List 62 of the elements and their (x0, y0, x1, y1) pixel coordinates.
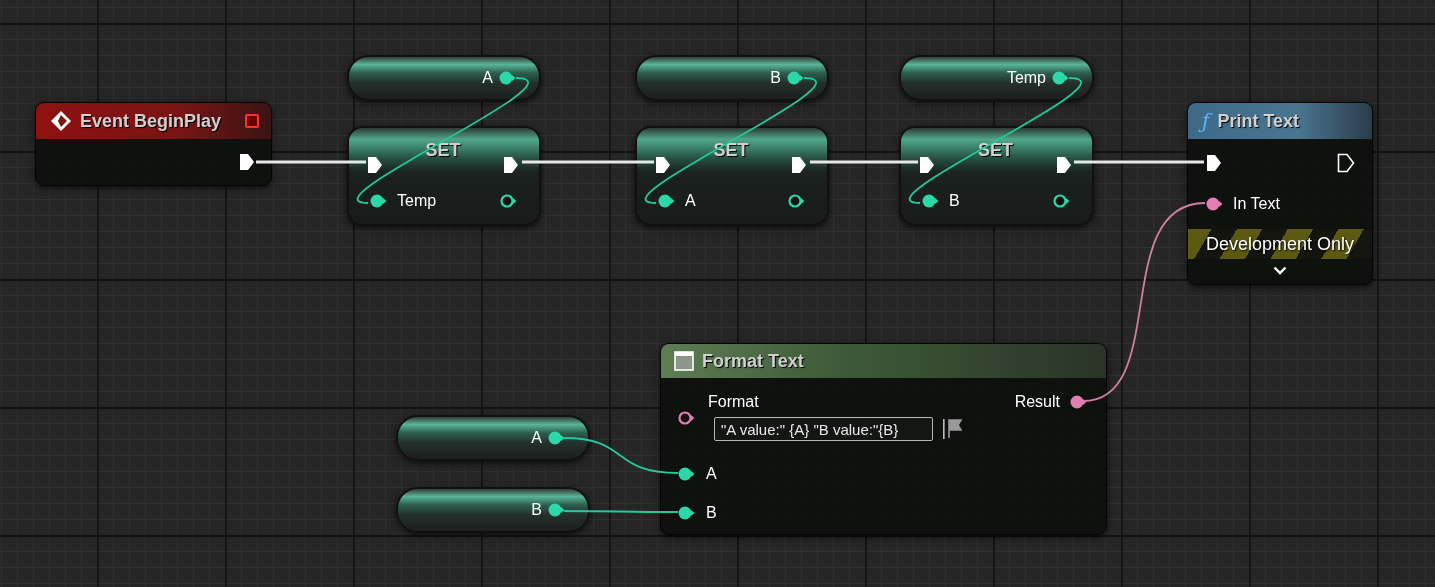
node-title: SET (424, 139, 462, 162)
data-pin-icon[interactable] (658, 194, 675, 208)
exec-pin-icon[interactable] (791, 156, 807, 174)
node-title: Event BeginPlay (80, 110, 222, 132)
exec-pin-icon[interactable] (367, 156, 383, 174)
pin-label: Temp (1006, 69, 1046, 87)
data-pin-icon[interactable] (548, 431, 565, 445)
exec-pin-icon[interactable] (1337, 153, 1355, 173)
data-pin-icon[interactable] (922, 194, 939, 208)
pin-label: Format (708, 393, 759, 411)
set-node[interactable]: SET B (899, 126, 1094, 226)
event-node[interactable]: Event BeginPlay (35, 102, 272, 186)
exec-pin-icon[interactable] (919, 156, 935, 174)
pin-label: A (531, 429, 542, 447)
variable-node[interactable]: A (347, 55, 541, 101)
pin-label: In Text (1233, 195, 1280, 213)
square-icon (245, 114, 259, 128)
node-title: Format Text (702, 350, 804, 372)
data-pin-icon[interactable] (1053, 194, 1070, 208)
data-pin-icon[interactable] (678, 411, 695, 425)
flag-icon[interactable] (943, 418, 963, 440)
exec-pin-icon[interactable] (655, 156, 671, 174)
data-pin-icon[interactable] (787, 71, 804, 85)
pin-label: A (685, 192, 696, 210)
set-node[interactable]: SET A (635, 126, 829, 226)
chevron-icon[interactable] (1273, 265, 1287, 275)
pin-label: Temp (397, 192, 437, 210)
data-pin-icon[interactable] (370, 194, 387, 208)
data-pin-icon[interactable] (499, 71, 516, 85)
exec-pin-icon[interactable] (1206, 154, 1222, 172)
variable-node[interactable]: A (396, 415, 590, 461)
node-title: SET (977, 139, 1014, 162)
data-pin-icon[interactable] (678, 506, 695, 520)
diamond-icon (50, 110, 72, 132)
data-pin-icon[interactable] (788, 194, 805, 208)
window-icon (674, 351, 694, 371)
variable-node[interactable]: Temp (899, 55, 1094, 101)
set-node[interactable]: SET Temp (347, 126, 541, 226)
node-title: SET (712, 139, 750, 162)
pin-label: B (770, 69, 781, 87)
variable-node[interactable]: B (396, 487, 590, 533)
pin-label: B (706, 504, 717, 522)
data-pin-icon[interactable] (1206, 197, 1223, 211)
node-title: Print Text (1217, 110, 1300, 132)
development-only-banner: Development Only (1188, 229, 1372, 259)
data-pin-icon[interactable] (1052, 71, 1069, 85)
input-field[interactable]: "A value:" {A} "B value:"{B} (714, 417, 933, 441)
function-node[interactable]: ƒ Print Text In Text Development Only (1187, 102, 1373, 285)
data-pin-icon[interactable] (1070, 395, 1087, 409)
pin-label: A (482, 69, 493, 87)
data-pin-icon[interactable] (548, 503, 565, 517)
format-text-node[interactable]: Format Text Format Result "A value:" {A} "B value:"{B} A B (660, 343, 1107, 535)
data-pin-icon[interactable] (500, 194, 517, 208)
data-pin-icon[interactable] (678, 467, 695, 481)
variable-node[interactable]: B (635, 55, 829, 101)
pin-label: A (706, 465, 717, 483)
pin-label: Result (1014, 393, 1060, 411)
pin-label: B (949, 192, 960, 210)
pin-label: B (531, 501, 542, 519)
exec-pin-icon[interactable] (503, 156, 519, 174)
exec-pin-icon[interactable] (1056, 156, 1072, 174)
exec-pin-icon[interactable] (239, 153, 255, 171)
